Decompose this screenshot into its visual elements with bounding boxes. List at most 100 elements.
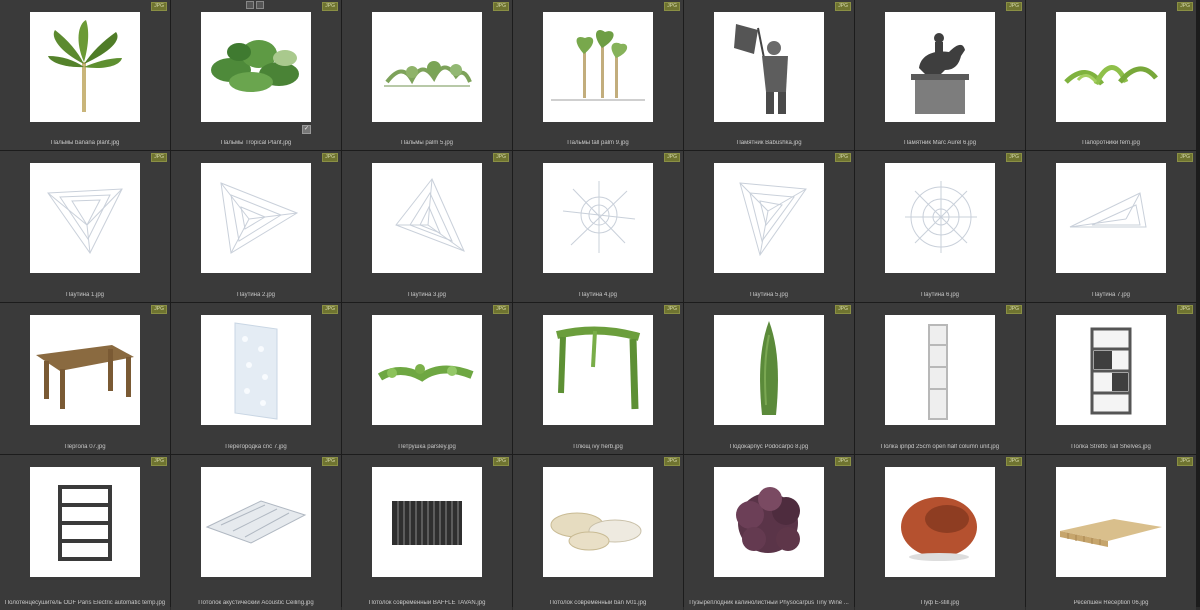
asset-tile[interactable]: JPG Подокарпус Podocarpo 8.jpg xyxy=(684,303,854,454)
asset-filename: Плющ ivy herb.jpg xyxy=(573,444,623,450)
asset-filename: Пальмы tall palm 9.jpg xyxy=(567,140,629,146)
asset-filename: Потолок современный ban lv01.jpg xyxy=(549,600,647,606)
asset-filename: Пергола 07.jpg xyxy=(64,444,106,450)
tile-toolbar xyxy=(246,1,264,9)
asset-tile[interactable]: JPG Паутина 4.jpg xyxy=(513,151,683,302)
asset-tile[interactable]: JPG Памятник Marc Aurel 6.jpg xyxy=(855,0,1025,150)
asset-filename: Пуф E-still.jpg xyxy=(920,600,960,606)
file-type-badge: JPG xyxy=(493,305,509,314)
asset-filename: Пузыреплодник калинолистный Physocarpus … xyxy=(689,600,849,606)
file-type-badge: JPG xyxy=(1177,153,1193,162)
asset-tile[interactable]: JPG Паутина 3.jpg xyxy=(342,151,512,302)
asset-tile[interactable]: JPG Папоротники fern.jpg xyxy=(1026,0,1196,150)
file-type-badge: JPG xyxy=(835,305,851,314)
ceiling-discs-icon xyxy=(543,467,653,577)
file-type-badge: JPG xyxy=(835,153,851,162)
file-type-badge: JPG xyxy=(835,2,851,11)
cobweb-icon xyxy=(543,163,653,273)
cobweb-icon xyxy=(714,163,824,273)
file-type-badge: JPG xyxy=(1177,305,1193,314)
file-type-badge: JPG xyxy=(493,457,509,466)
asset-tile[interactable]: JPG Перегородка cnc 7.jpg xyxy=(171,303,341,454)
asset-filename: Ресепшен Reception 06.jpg xyxy=(1073,600,1149,606)
file-type-badge: JPG xyxy=(664,305,680,314)
asset-filename: Памятник Marc Aurel 6.jpg xyxy=(903,140,977,146)
file-type-badge: JPG xyxy=(322,457,338,466)
asset-filename: Паутина 3.jpg xyxy=(407,292,446,298)
cobweb-icon xyxy=(30,163,140,273)
asset-tile[interactable]: JPG Потолок современный ban lv01.jpg xyxy=(513,455,683,610)
palm-small-icon xyxy=(372,12,482,122)
asset-tile[interactable]: JPG Плющ ivy herb.jpg xyxy=(513,303,683,454)
asset-filename: Полотенцесушитель ODF Paris Electric aut… xyxy=(4,600,166,606)
slash-icon[interactable] xyxy=(256,1,264,9)
asset-tile[interactable]: JPG Пузыреплодник калинолистный Physocar… xyxy=(684,455,854,610)
baffle-ceiling-icon xyxy=(372,467,482,577)
asset-tile[interactable]: JPG Пальмы banana plant.jpg xyxy=(0,0,170,150)
asset-filename: Пальмы banana plant.jpg xyxy=(50,140,120,146)
asset-tile[interactable]: JPG Памятник Babushka.jpg xyxy=(684,0,854,150)
tropical-plant-icon xyxy=(201,12,311,122)
pouf-icon xyxy=(885,467,995,577)
asset-tile[interactable]: JPG Паутина 1.jpg xyxy=(0,151,170,302)
shrub-wine-icon xyxy=(714,467,824,577)
asset-filename: Перегородка cnc 7.jpg xyxy=(225,444,287,450)
asset-tile[interactable]: JPG Паутина 6.jpg xyxy=(855,151,1025,302)
asset-tile[interactable]: JPG Пергола 07.jpg xyxy=(0,303,170,454)
banana-plant-icon xyxy=(30,12,140,122)
file-type-badge: JPG xyxy=(1006,2,1022,11)
asset-tile[interactable]: JPG Паутина 2.jpg xyxy=(171,151,341,302)
asset-filename: Паутина 1.jpg xyxy=(65,292,104,298)
asset-tile[interactable]: JPG Пуф E-still.jpg xyxy=(855,455,1025,610)
asset-filename: Папоротники fern.jpg xyxy=(1082,140,1140,146)
asset-filename: Полка ipnpd 25cm open half column unit.j… xyxy=(880,444,1000,450)
asset-tile[interactable]: JPG Ресепшен Reception 06.jpg xyxy=(1026,455,1196,610)
cobweb-icon xyxy=(885,163,995,273)
file-type-badge: JPG xyxy=(664,153,680,162)
asset-tile[interactable]: JPG Петрушка parsley.jpg xyxy=(342,303,512,454)
towel-rail-icon xyxy=(30,467,140,577)
podocarpus-icon xyxy=(714,315,824,425)
asset-tile[interactable]: JPG Потолок акустический Acoustic Ceilin… xyxy=(171,455,341,610)
parsley-icon xyxy=(372,315,482,425)
pergola-icon xyxy=(30,315,140,425)
asset-tile[interactable]: JPG Пальмы tall palm 9.jpg xyxy=(513,0,683,150)
file-type-badge: JPG xyxy=(151,153,167,162)
asset-filename: Паутина 4.jpg xyxy=(578,292,617,298)
file-type-badge: JPG xyxy=(1006,457,1022,466)
asset-tile[interactable]: JPG Паутина 5.jpg xyxy=(684,151,854,302)
file-type-badge: JPG xyxy=(1006,153,1022,162)
statue-flag-icon xyxy=(714,12,824,122)
file-type-badge: JPG xyxy=(1006,305,1022,314)
asset-tile[interactable]: JPG Потолок современный BAFFLE TAVAN.jpg xyxy=(342,455,512,610)
file-type-badge: JPG xyxy=(1177,457,1193,466)
asset-tile[interactable]: JPG Полка ipnpd 25cm open half column un… xyxy=(855,303,1025,454)
fern-icon xyxy=(1056,12,1166,122)
asset-filename: Потолок современный BAFFLE TAVAN.jpg xyxy=(368,600,486,606)
file-type-badge: JPG xyxy=(664,2,680,11)
asset-filename: Полка Stretto Tall Shelves.jpg xyxy=(1071,444,1151,450)
file-type-badge: JPG xyxy=(1177,2,1193,11)
file-type-badge: JPG xyxy=(493,153,509,162)
file-type-badge: JPG xyxy=(493,2,509,11)
square-icon[interactable] xyxy=(246,1,254,9)
asset-tile[interactable]: JPG Паутина 7.jpg xyxy=(1026,151,1196,302)
shelf-column-icon xyxy=(885,315,995,425)
asset-grid: JPG Пальмы banana plant.jpg JPG ✓ Пальмы… xyxy=(0,0,1200,610)
file-type-badge: JPG xyxy=(151,2,167,11)
cobweb-icon xyxy=(201,163,311,273)
file-type-badge: JPG xyxy=(664,457,680,466)
asset-tile[interactable]: JPG Пальмы palm 5.jpg xyxy=(342,0,512,150)
asset-filename: Паутина 6.jpg xyxy=(920,292,959,298)
cnc-partition-icon xyxy=(201,315,311,425)
checkbox-icon[interactable]: ✓ xyxy=(302,125,311,134)
file-type-badge: JPG xyxy=(835,457,851,466)
cobweb-icon xyxy=(1056,163,1166,273)
asset-filename: Паутина 5.jpg xyxy=(749,292,788,298)
asset-tile[interactable]: JPG Полка Stretto Tall Shelves.jpg xyxy=(1026,303,1196,454)
asset-tile[interactable]: JPG Полотенцесушитель ODF Paris Electric… xyxy=(0,455,170,610)
asset-filename: Паутина 7.jpg xyxy=(1091,292,1130,298)
asset-tile[interactable]: JPG ✓ Пальмы Tropical Plant.jpg xyxy=(171,0,341,150)
file-type-badge: JPG xyxy=(322,2,338,11)
asset-filename: Памятник Babushka.jpg xyxy=(736,140,802,146)
